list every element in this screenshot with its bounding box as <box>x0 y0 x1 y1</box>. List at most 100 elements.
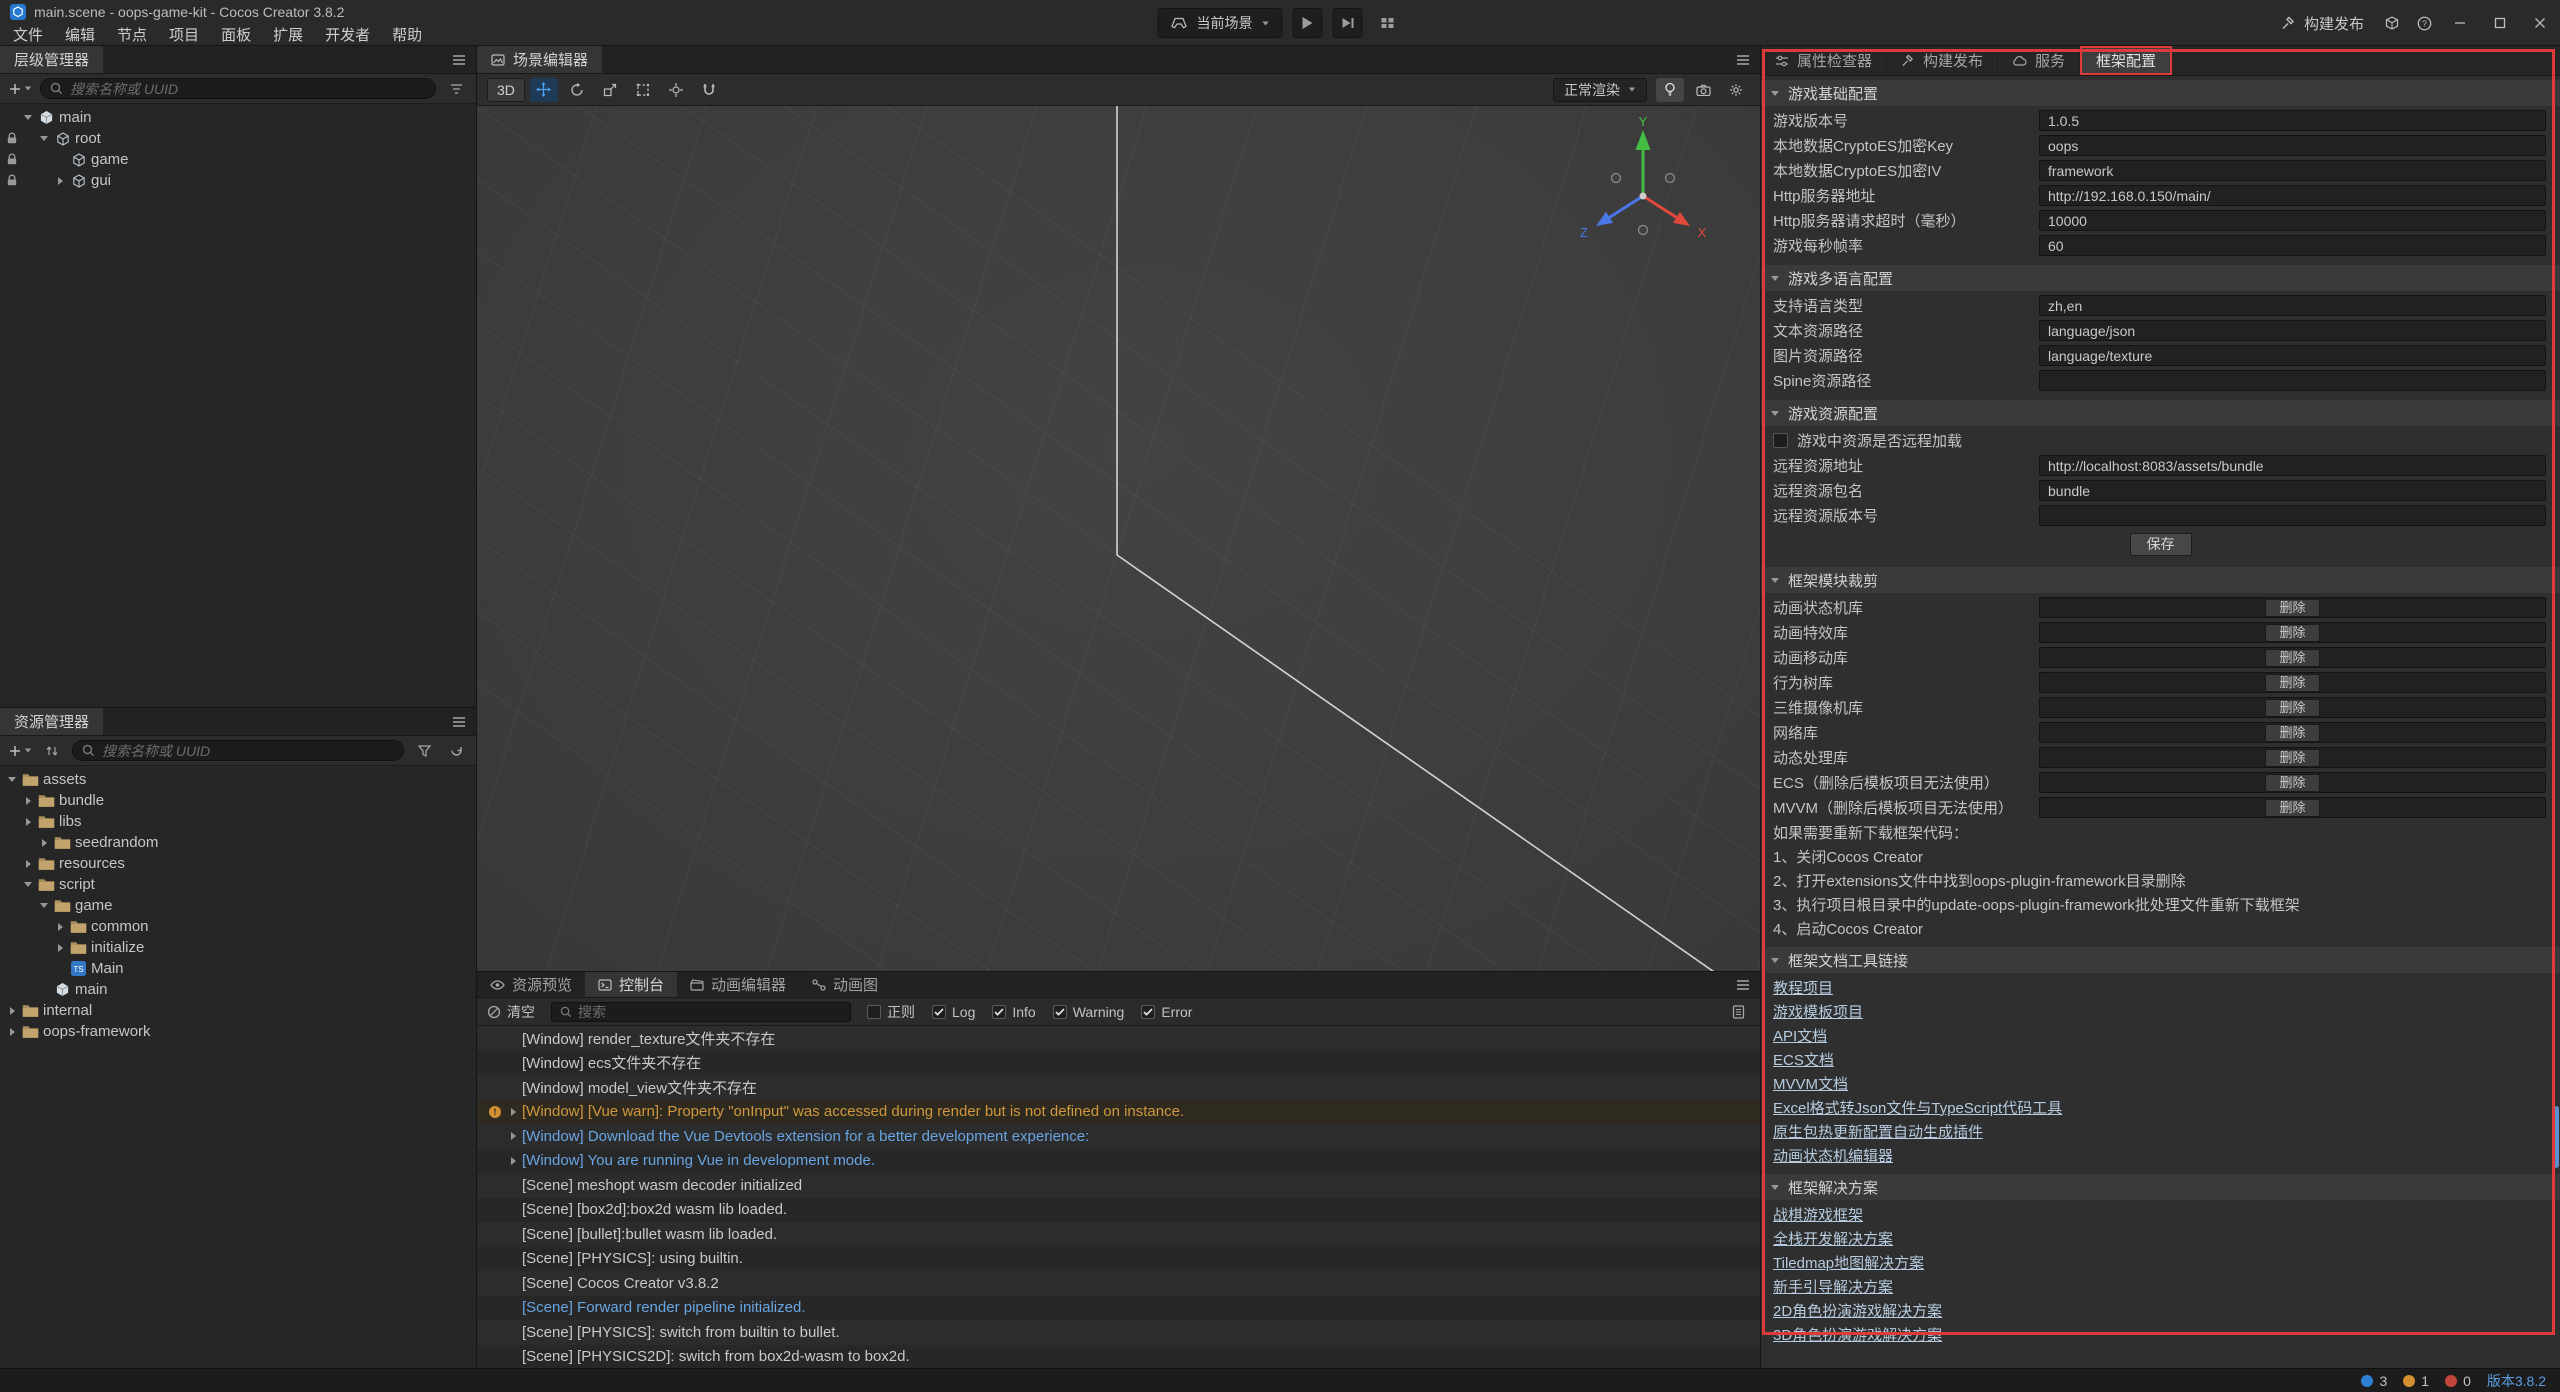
close-button[interactable] <box>2520 0 2560 46</box>
axis-neg-y-handle[interactable] <box>1639 226 1648 235</box>
expand-arrow-icon[interactable] <box>4 1007 20 1015</box>
tree-row[interactable]: game <box>0 149 476 170</box>
console-row[interactable]: [Scene] Cocos Creator v3.8.2 <box>477 1271 1760 1296</box>
delete-button[interactable]: 删除 <box>2265 624 2319 642</box>
filter-checkbox[interactable]: 正则 <box>867 1002 915 1022</box>
create-node-button[interactable] <box>8 78 32 100</box>
console-row[interactable]: [Scene] [PHYSICS]: switch from builtin t… <box>477 1320 1760 1345</box>
doc-link[interactable]: MVVM文档 <box>1773 1073 1848 1094</box>
tree-row[interactable]: common <box>0 916 476 937</box>
axis-gizmo[interactable]: Y X Z <box>1568 116 1718 266</box>
section-header[interactable]: 框架模块裁剪 <box>1761 567 2560 593</box>
doc-link[interactable]: 新手引导解决方案 <box>1773 1276 1893 1297</box>
lock-icon[interactable] <box>4 153 20 166</box>
console-row[interactable]: [Scene] [bullet]:bullet wasm lib loaded. <box>477 1222 1760 1247</box>
clear-console-button[interactable]: 清空 <box>487 1002 535 1022</box>
axis-x-cone[interactable] <box>1673 212 1690 226</box>
inspector-tab-3[interactable]: 服务 <box>1998 46 2080 75</box>
field-input[interactable] <box>2039 480 2546 501</box>
section-header[interactable]: 框架解决方案 <box>1761 1174 2560 1200</box>
console-row[interactable]: [Scene] [PHYSICS2D]: switch from box2d-w… <box>477 1345 1760 1370</box>
rect-tool-button[interactable] <box>629 78 657 102</box>
scene-panel-menu-icon[interactable] <box>1726 46 1760 73</box>
tree-row[interactable]: script <box>0 874 476 895</box>
doc-link[interactable]: API文档 <box>1773 1025 1827 1046</box>
field-input[interactable] <box>2039 320 2546 341</box>
hierarchy-search-input[interactable] <box>70 81 426 97</box>
assets-filter-icon[interactable] <box>412 740 436 762</box>
menu-item[interactable]: 项目 <box>158 22 210 46</box>
render-mode-select[interactable]: 正常渲染 <box>1553 78 1647 102</box>
expand-arrow-icon[interactable] <box>20 818 36 826</box>
console-row[interactable]: [Window] render_texture文件夹不存在 <box>477 1026 1760 1051</box>
expander-icon[interactable] <box>505 1132 522 1140</box>
filter-checkbox[interactable]: Warning <box>1053 1004 1125 1020</box>
tree-row[interactable]: assets <box>0 769 476 790</box>
menu-item[interactable]: 扩展 <box>262 22 314 46</box>
doc-link[interactable]: 动画状态机编辑器 <box>1773 1145 1893 1166</box>
lightbulb-button[interactable] <box>1656 78 1684 102</box>
tree-row[interactable]: libs <box>0 811 476 832</box>
doc-link[interactable]: 全栈开发解决方案 <box>1773 1228 1893 1249</box>
doc-link[interactable]: 教程项目 <box>1773 977 1833 998</box>
checkbox-icon[interactable] <box>1053 1005 1067 1019</box>
scale-tool-button[interactable] <box>596 78 624 102</box>
menu-item[interactable]: 帮助 <box>381 22 433 46</box>
console-row[interactable]: [Window] ecs文件夹不存在 <box>477 1051 1760 1076</box>
expand-arrow-icon[interactable] <box>20 882 36 887</box>
assets-search[interactable] <box>72 740 404 761</box>
auto-scroll-icon[interactable] <box>1726 1001 1750 1023</box>
field-input[interactable] <box>2039 370 2546 391</box>
build-button[interactable]: 构建发布 <box>2269 13 2376 34</box>
checkbox-icon[interactable] <box>932 1005 946 1019</box>
gizmo-settings-button[interactable] <box>1722 78 1750 102</box>
doc-link[interactable]: ECS文档 <box>1773 1049 1834 1070</box>
tree-row[interactable]: seedrandom <box>0 832 476 853</box>
section-header[interactable]: 游戏多语言配置 <box>1761 265 2560 291</box>
assets-search-input[interactable] <box>102 743 394 759</box>
maximize-button[interactable] <box>2480 0 2520 46</box>
doc-link[interactable]: 3D角色扮演游戏解决方案 <box>1773 1324 1942 1345</box>
delete-button[interactable]: 删除 <box>2265 674 2319 692</box>
field-input[interactable] <box>2039 185 2546 206</box>
minimize-button[interactable] <box>2440 0 2480 46</box>
tree-row[interactable]: gui <box>0 170 476 191</box>
scene-tab[interactable]: 场景编辑器 <box>477 46 602 73</box>
status-info-count[interactable]: 3 <box>2361 1373 2387 1389</box>
expand-arrow-icon[interactable] <box>52 177 68 185</box>
field-input[interactable] <box>2039 160 2546 181</box>
tree-row[interactable]: initialize <box>0 937 476 958</box>
tree-row[interactable]: internal <box>0 1000 476 1021</box>
tree-row[interactable]: bundle <box>0 790 476 811</box>
help-icon[interactable]: ? <box>2408 0 2440 46</box>
delete-button[interactable]: 删除 <box>2265 774 2319 792</box>
tree-row[interactable]: oops-framework <box>0 1021 476 1042</box>
assets-title-tab[interactable]: 资源管理器 <box>0 708 103 735</box>
save-button[interactable]: 保存 <box>2130 533 2192 556</box>
hierarchy-filter-icon[interactable] <box>444 78 468 100</box>
axis-z-cone[interactable] <box>1596 212 1613 226</box>
lock-icon[interactable] <box>4 174 20 187</box>
console-tab-1[interactable]: 资源预览 <box>477 972 585 997</box>
play-button[interactable] <box>1293 8 1323 38</box>
inspector-tab-1[interactable]: 属性检查器 <box>1761 46 1887 75</box>
expander-icon[interactable] <box>505 1108 522 1116</box>
filter-checkbox[interactable]: Info <box>992 1004 1035 1020</box>
expand-arrow-icon[interactable] <box>20 115 36 120</box>
field-input[interactable] <box>2039 135 2546 156</box>
console-search-input[interactable] <box>578 1004 842 1020</box>
console-panel-menu-icon[interactable] <box>1726 972 1760 997</box>
tree-row[interactable]: TSMain <box>0 958 476 979</box>
tree-row[interactable]: resources <box>0 853 476 874</box>
hierarchy-title-tab[interactable]: 层级管理器 <box>0 46 103 73</box>
expand-arrow-icon[interactable] <box>20 797 36 805</box>
field-input[interactable] <box>2039 455 2546 476</box>
menu-item[interactable]: 节点 <box>106 22 158 46</box>
remote-load-checkbox[interactable] <box>1773 433 1788 448</box>
field-input[interactable] <box>2039 295 2546 316</box>
inspector-scrollbar[interactable] <box>2553 1106 2559 1168</box>
delete-button[interactable]: 删除 <box>2265 799 2319 817</box>
expand-arrow-icon[interactable] <box>4 777 20 782</box>
camera-button[interactable] <box>1689 78 1717 102</box>
expand-arrow-icon[interactable] <box>36 136 52 141</box>
